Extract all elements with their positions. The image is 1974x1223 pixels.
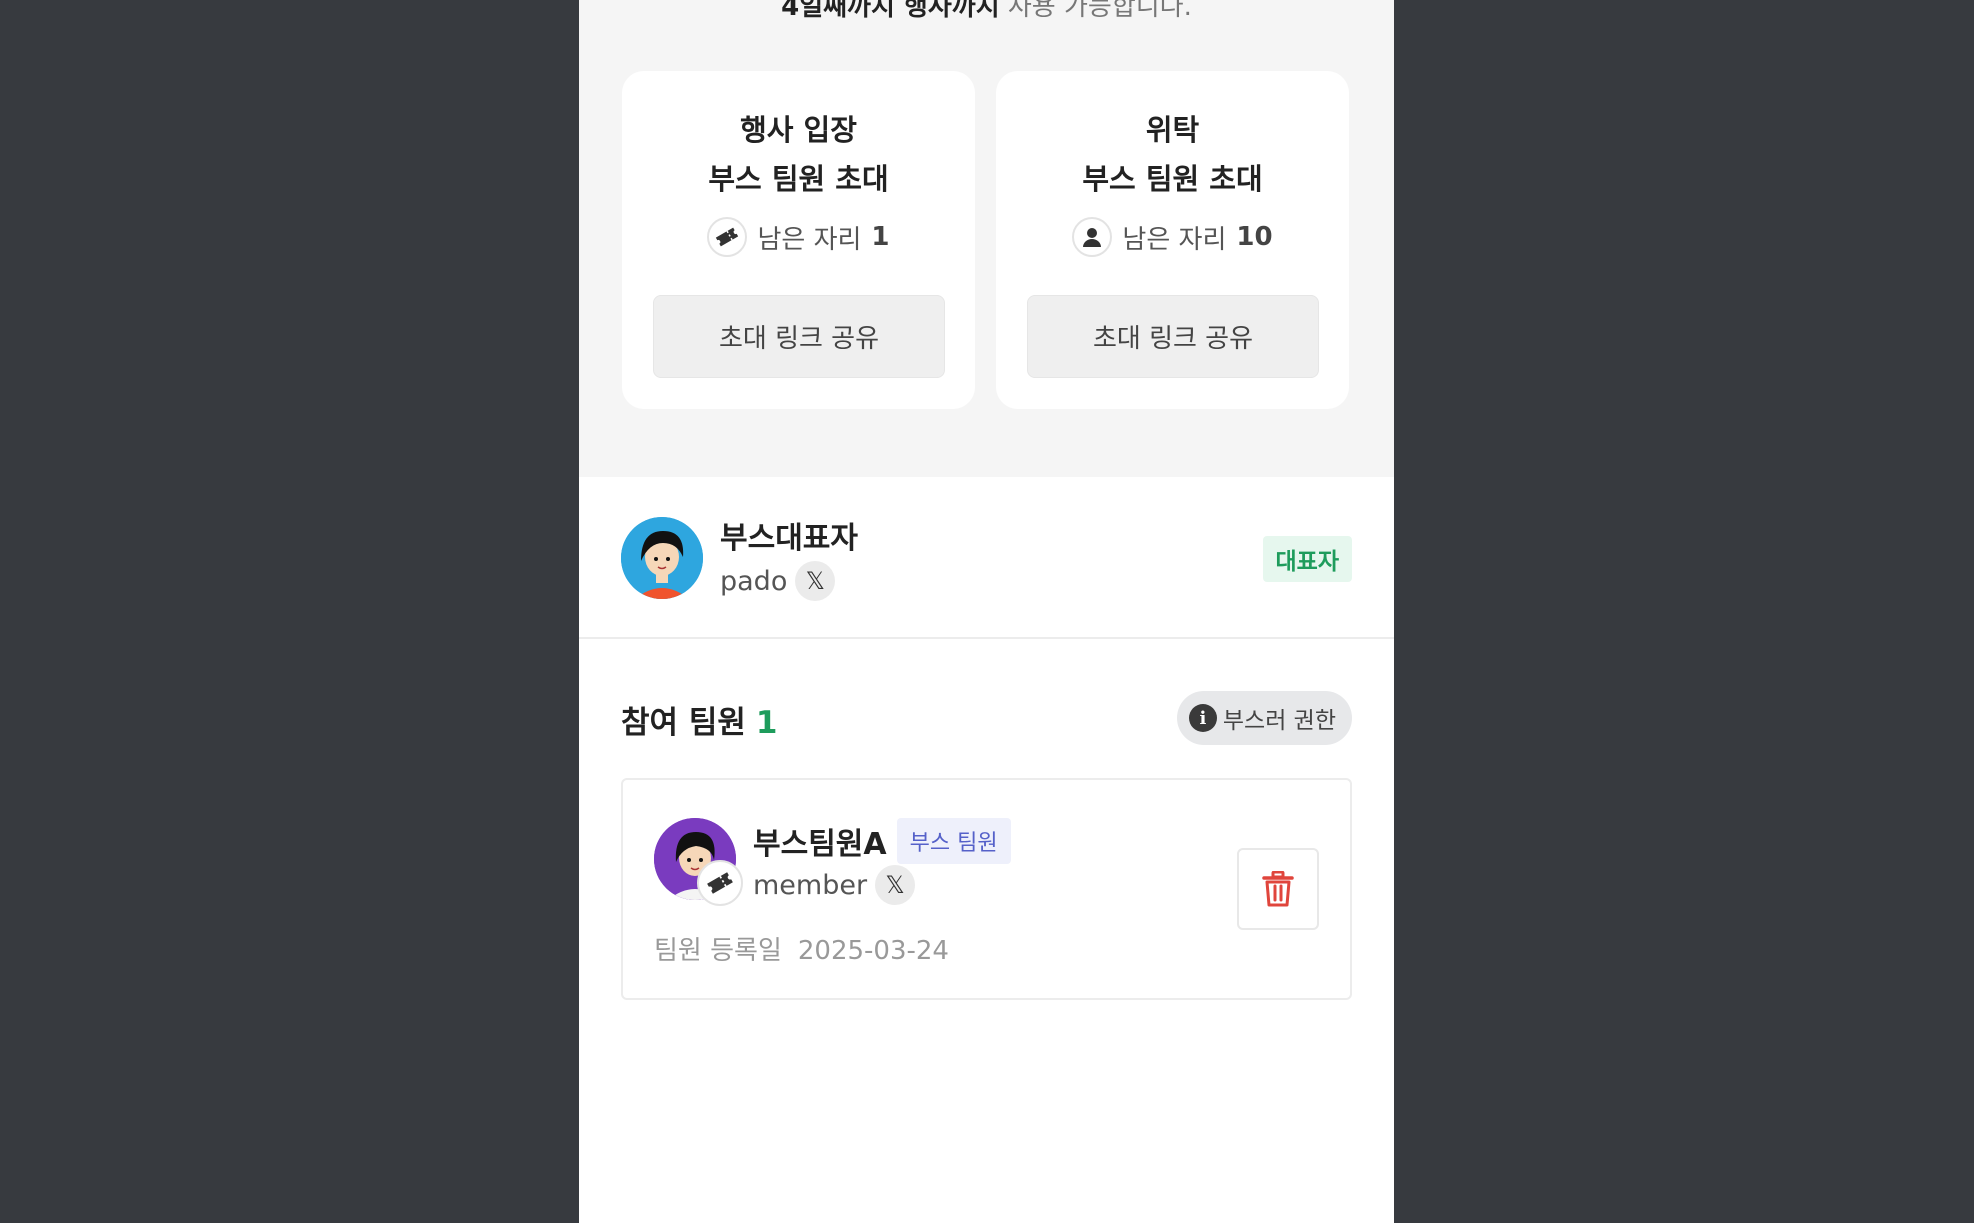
card-title-line1: 행사 입장 — [740, 113, 857, 147]
x-logo-icon[interactable]: 𝕏 — [875, 865, 916, 905]
ticket-icon — [707, 217, 748, 257]
registration-date-label: 팀원 등록일 — [654, 936, 782, 966]
owner-name: 부스대표자 — [720, 521, 858, 556]
owner-badge: 대표자 — [1262, 536, 1352, 582]
booth-permission-button[interactable]: i 부스러 권한 — [1176, 691, 1352, 745]
member-name-row: 부스팀원A 부스 팀원 — [753, 818, 1011, 864]
permission-button-label: 부스러 권한 — [1222, 708, 1336, 734]
card-title-line2: 부스 팀원 초대 — [708, 162, 889, 196]
role-badge: 부스 팀원 — [896, 818, 1011, 864]
delete-member-button[interactable] — [1237, 848, 1319, 930]
card-title: 위탁 부스 팀원 초대 — [996, 106, 1349, 204]
registration-date-value: 2025-03-24 — [797, 936, 949, 966]
member-card: 부스팀원A 부스 팀원 member 𝕏 팀원 등록일 2025-03-24 — [621, 778, 1352, 1000]
event-entry-invite-card: 행사 입장 부스 팀원 초대 남은 자리 1 초대 링크 공유 — [622, 71, 975, 409]
member-name: 부스팀원A — [753, 827, 887, 862]
card-title-line2: 부스 팀원 초대 — [1082, 162, 1263, 196]
share-invite-link-button[interactable]: 초대 링크 공유 — [1027, 295, 1319, 378]
share-invite-link-button[interactable]: 초대 링크 공유 — [653, 295, 945, 378]
card-title-line1: 위탁 — [1145, 113, 1200, 147]
owner-handle: pado — [720, 565, 788, 597]
remaining-count: 1 — [871, 222, 890, 252]
remaining-count: 10 — [1236, 222, 1273, 252]
registration-date: 팀원 등록일 2025-03-24 — [654, 930, 949, 967]
x-logo-icon[interactable]: 𝕏 — [795, 561, 836, 601]
remaining-seats: 남은 자리 10 — [996, 217, 1349, 257]
info-icon: i — [1188, 704, 1217, 732]
remaining-seats: 남은 자리 1 — [622, 217, 975, 257]
consignment-invite-card: 위탁 부스 팀원 초대 남은 자리 10 초대 링크 공유 — [996, 71, 1349, 409]
member-handle-row: member 𝕏 — [753, 865, 916, 905]
card-title: 행사 입장 부스 팀원 초대 — [622, 106, 975, 204]
invite-section: 4일째까지 행사까지 사용 가능합니다. 행사 입장 부스 팀원 초대 남은 자… — [579, 0, 1394, 477]
members-count: 1 — [755, 705, 778, 741]
usage-notice: 4일째까지 행사까지 사용 가능합니다. — [579, 0, 1394, 23]
ticket-icon — [697, 860, 743, 906]
members-section-title: 참여 팀원 1 — [621, 697, 777, 742]
usage-notice-bold: 4일째까지 행사까지 — [781, 0, 1000, 22]
members-title-label: 참여 팀원 — [621, 705, 746, 741]
avatar — [621, 517, 703, 599]
app-screen: 4일째까지 행사까지 사용 가능합니다. 행사 입장 부스 팀원 초대 남은 자… — [579, 0, 1394, 1223]
booth-owner-row: 부스대표자 pado 𝕏 대표자 — [579, 477, 1394, 639]
person-icon — [1072, 217, 1113, 257]
remaining-label: 남은 자리 — [757, 224, 862, 255]
owner-handle-row: pado 𝕏 — [720, 561, 836, 601]
remaining-label: 남은 자리 — [1122, 224, 1227, 255]
usage-notice-text: 사용 가능합니다. — [1007, 0, 1192, 22]
member-handle: member — [753, 869, 868, 901]
trash-icon — [1262, 871, 1294, 907]
